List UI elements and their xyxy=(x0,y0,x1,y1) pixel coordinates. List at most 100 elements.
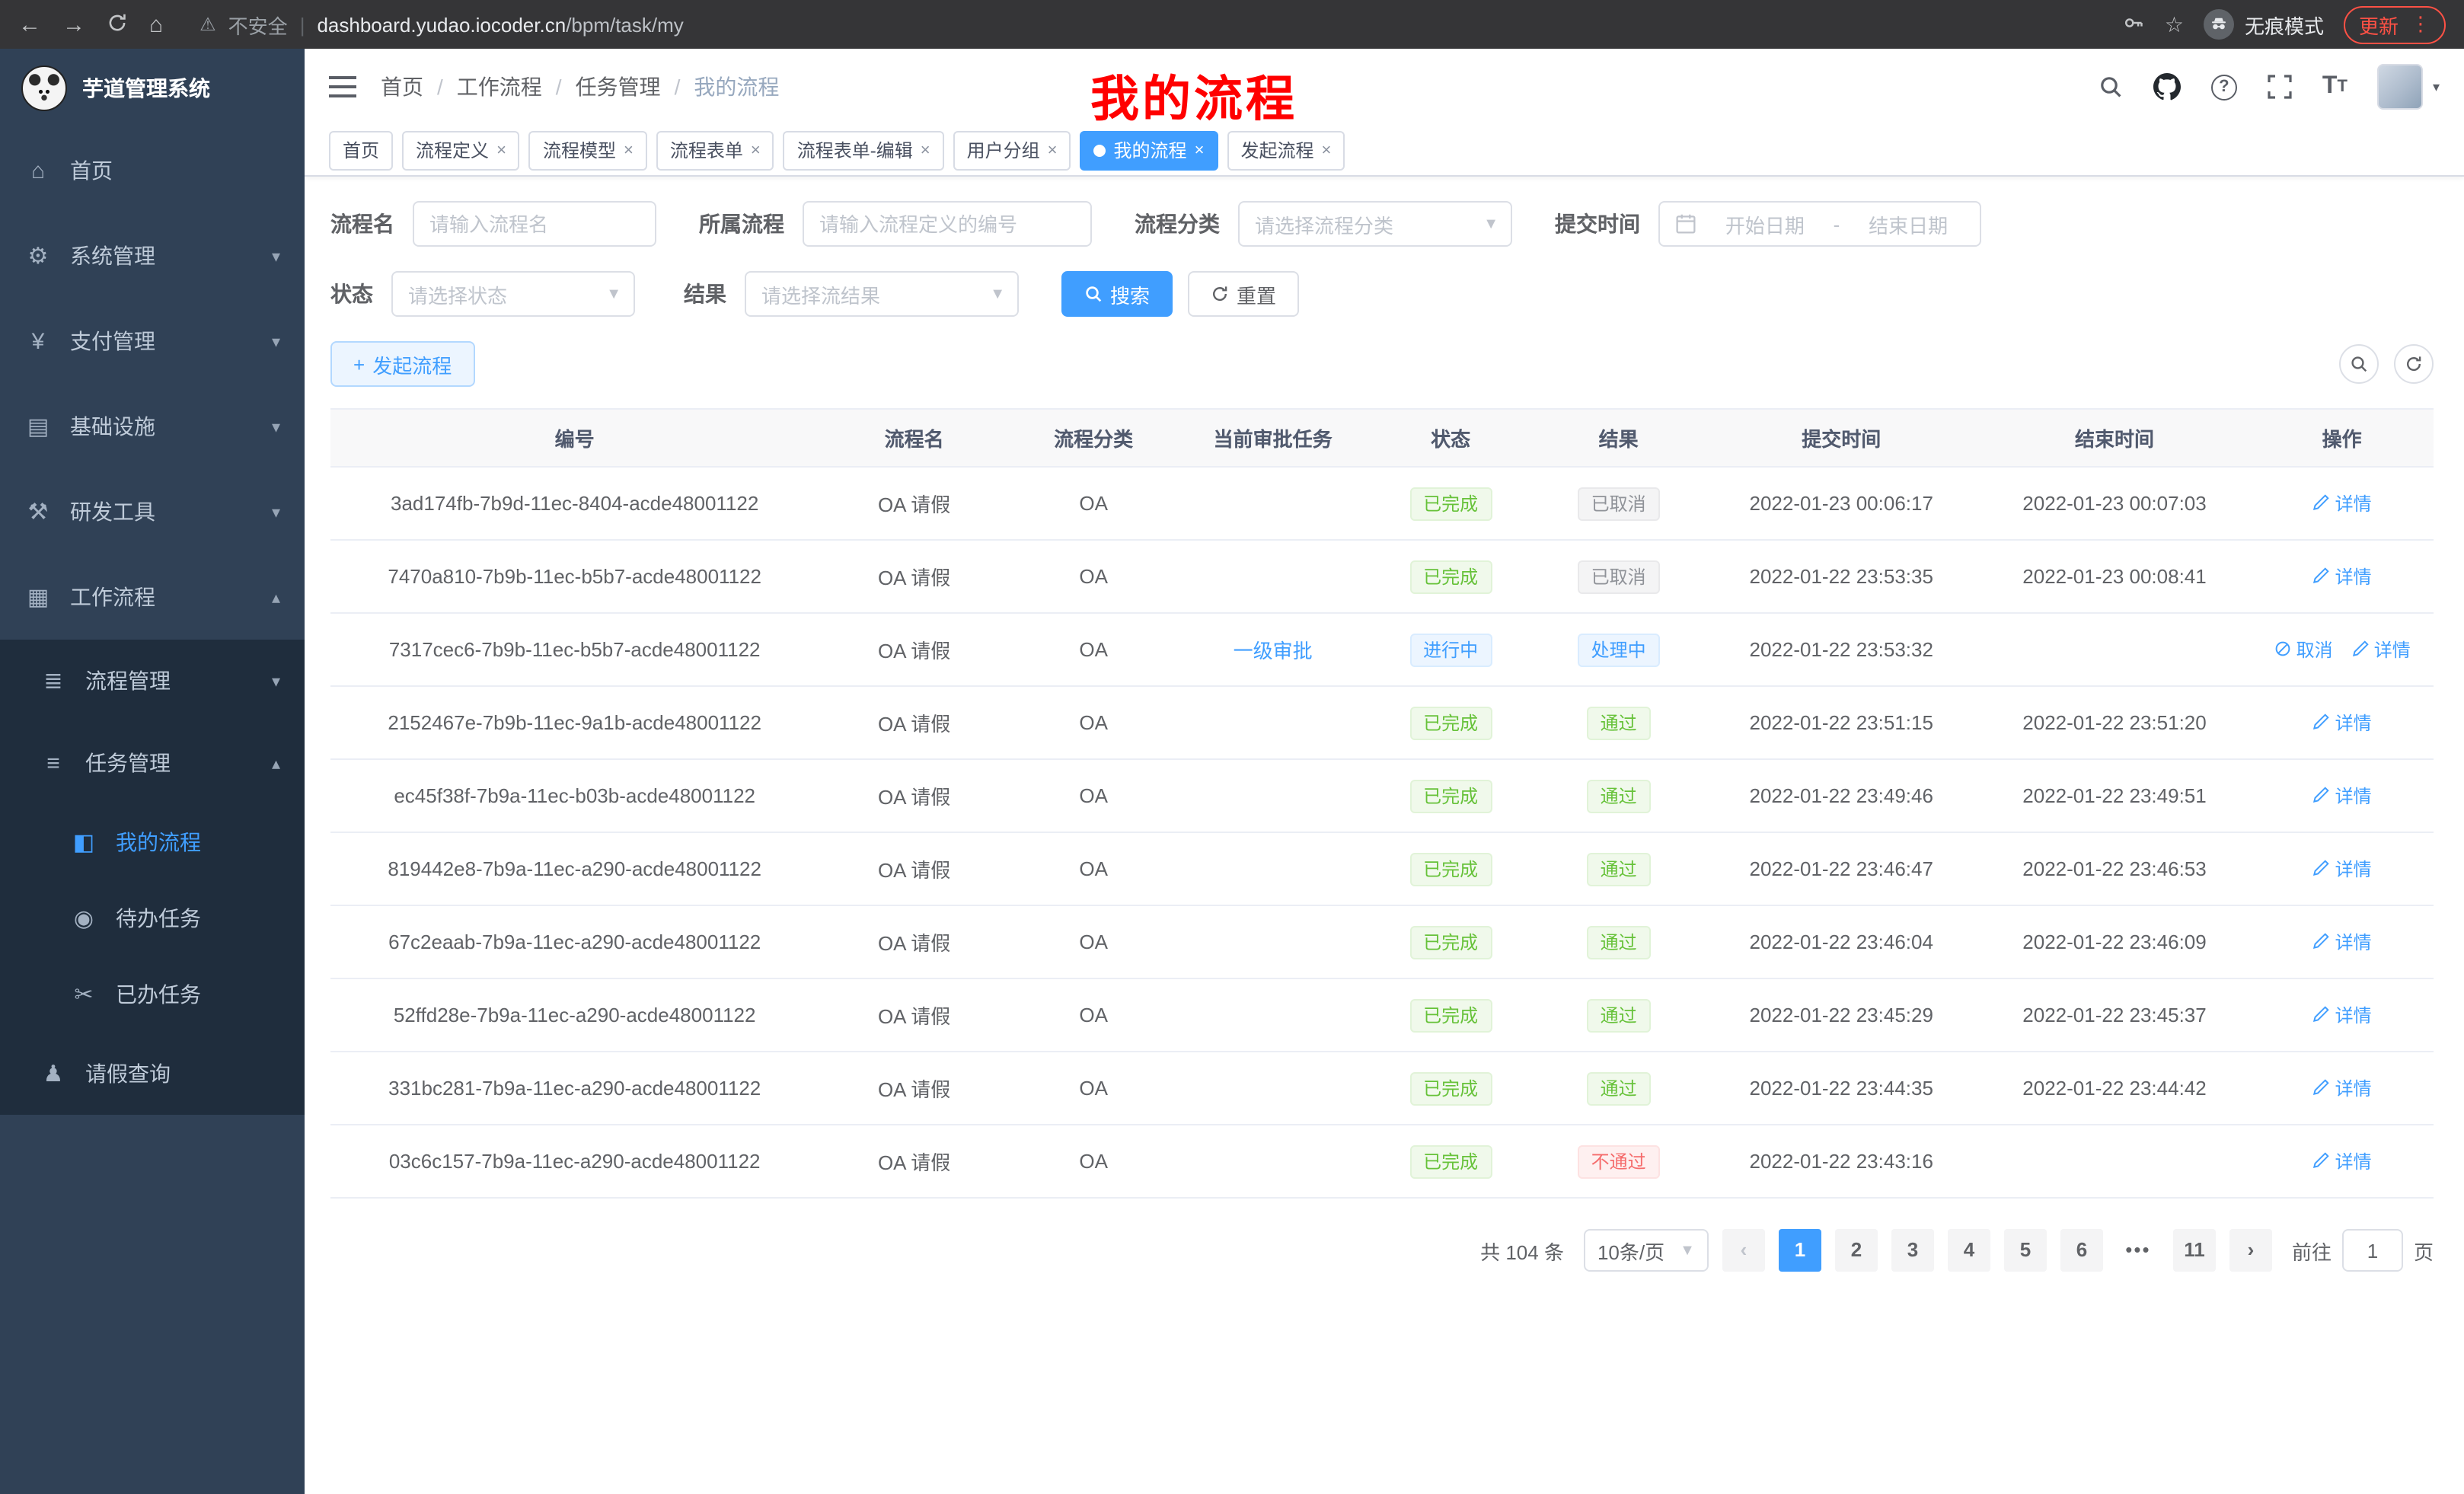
detail-button[interactable]: 详情 xyxy=(2312,563,2372,589)
current-task-link[interactable]: 一级审批 xyxy=(1234,640,1313,662)
bookmark-star-icon[interactable]: ☆ xyxy=(2165,11,2184,37)
sidebar-item-system-management[interactable]: ⚙系统管理▾ xyxy=(0,213,305,298)
refresh-table-button[interactable] xyxy=(2394,344,2434,384)
tab-process-form-edit[interactable]: 流程表单-编辑× xyxy=(784,130,944,170)
detail-button[interactable]: 详情 xyxy=(2312,929,2372,955)
sidebar-item-my-process[interactable]: ◧我的流程 xyxy=(0,804,305,880)
sidebar-item-infrastructure[interactable]: ▤基础设施▾ xyxy=(0,384,305,469)
close-icon[interactable]: × xyxy=(1321,141,1331,159)
github-icon[interactable] xyxy=(2153,73,2181,101)
tab-user-group[interactable]: 用户分组× xyxy=(953,130,1071,170)
detail-button[interactable]: 详情 xyxy=(2351,637,2411,662)
sidebar-item-leave-query[interactable]: ♟请假查询 xyxy=(0,1033,305,1115)
pager-page-6[interactable]: 6 xyxy=(2060,1229,2103,1272)
cancel-button[interactable]: 取消 xyxy=(2274,637,2333,662)
close-icon[interactable]: × xyxy=(921,141,930,159)
update-button[interactable]: 更新 ⋮ xyxy=(2344,5,2446,43)
cell-status: 已完成 xyxy=(1368,467,1533,540)
table-row: 03c6c157-7b9a-11ec-a290-acde48001122OA 请… xyxy=(330,1125,2434,1198)
detail-button[interactable]: 详情 xyxy=(2312,1075,2372,1101)
detail-button[interactable]: 详情 xyxy=(2312,1148,2372,1174)
security-label[interactable]: 不安全 xyxy=(228,10,288,39)
pager-page-5[interactable]: 5 xyxy=(2004,1229,2047,1272)
process-name-input[interactable] xyxy=(413,201,656,247)
pager-page-4[interactable]: 4 xyxy=(1948,1229,1990,1272)
hamburger-icon[interactable] xyxy=(329,73,356,101)
cell-submit-time: 2022-01-22 23:46:04 xyxy=(1704,905,1979,978)
prev-page-button[interactable]: ‹ xyxy=(1722,1229,1765,1272)
close-icon[interactable]: × xyxy=(624,141,634,159)
help-icon[interactable]: ? xyxy=(2211,74,2237,100)
close-icon[interactable]: × xyxy=(1048,141,1058,159)
detail-button[interactable]: 详情 xyxy=(2312,783,2372,809)
tab-process-definition[interactable]: 流程定义× xyxy=(402,130,520,170)
browser-home-icon[interactable]: ⌂ xyxy=(149,13,163,36)
detail-button[interactable]: 详情 xyxy=(2312,710,2372,736)
sidebar-item-home[interactable]: ⌂首页 xyxy=(0,128,305,213)
cell-result: 处理中 xyxy=(1533,613,1703,686)
detail-button[interactable]: 详情 xyxy=(2312,490,2372,516)
sidebar-item-done-tasks[interactable]: ✂已办任务 xyxy=(0,956,305,1033)
forward-icon[interactable]: → xyxy=(62,13,85,36)
back-icon[interactable]: ← xyxy=(18,13,41,36)
submit-time-range-picker[interactable]: 开始日期 - 结束日期 xyxy=(1658,201,1981,247)
sidebar-item-todo-tasks[interactable]: ◉待办任务 xyxy=(0,880,305,956)
reset-button[interactable]: 重置 xyxy=(1188,271,1299,317)
cell-status: 已完成 xyxy=(1368,905,1533,978)
sidebar-item-process-management[interactable]: ≣流程管理▾ xyxy=(0,640,305,722)
search-button[interactable]: 搜索 xyxy=(1061,271,1173,317)
pager-page-3[interactable]: 3 xyxy=(1891,1229,1934,1272)
page-size-select[interactable]: 10条/页 ▼ xyxy=(1584,1229,1709,1272)
parent-process-input[interactable] xyxy=(803,201,1092,247)
cell-id: 7317cec6-7b9b-11ec-b5b7-acde48001122 xyxy=(330,613,819,686)
cell-submit-time: 2022-01-22 23:51:15 xyxy=(1704,686,1979,759)
font-size-icon[interactable]: TT xyxy=(2322,73,2348,101)
sidebar-item-workflow[interactable]: ▦工作流程▴ xyxy=(0,554,305,640)
action-label: 详情 xyxy=(2335,929,2372,955)
fullscreen-icon[interactable] xyxy=(2268,75,2292,99)
pager-page-11[interactable]: 11 xyxy=(2173,1229,2216,1272)
user-avatar[interactable]: ▾ xyxy=(2378,64,2440,110)
close-icon[interactable]: × xyxy=(496,141,506,159)
tab-home[interactable]: 首页 xyxy=(329,130,393,170)
app-logo[interactable]: 芋道管理系统 xyxy=(0,49,305,128)
browser-menu-icon[interactable]: ⋮ xyxy=(2411,12,2430,37)
start-date-placeholder[interactable]: 开始日期 xyxy=(1709,209,1821,238)
reload-icon[interactable] xyxy=(107,11,128,37)
tab-process-model[interactable]: 流程模型× xyxy=(529,130,647,170)
tab-process-form[interactable]: 流程表单× xyxy=(656,130,774,170)
pager-page-1[interactable]: 1 xyxy=(1779,1229,1821,1272)
start-process-button[interactable]: + 发起流程 xyxy=(330,341,474,387)
breadcrumb: 首页/工作流程/任务管理/我的流程 xyxy=(381,72,779,102)
url-text[interactable]: dashboard.yudao.iocoder.cn/bpm/task/my xyxy=(317,13,683,36)
category-select[interactable]: 请选择流程分类 ▼ xyxy=(1238,201,1512,247)
breadcrumb-item[interactable]: 首页 xyxy=(381,72,423,102)
detail-button[interactable]: 详情 xyxy=(2312,856,2372,882)
infra-icon: ▤ xyxy=(24,413,52,440)
breadcrumb-item[interactable]: 工作流程 xyxy=(457,72,542,102)
result-badge: 通过 xyxy=(1587,998,1651,1032)
search-icon[interactable] xyxy=(2099,75,2123,99)
detail-button[interactable]: 详情 xyxy=(2312,1002,2372,1028)
end-date-placeholder[interactable]: 结束日期 xyxy=(1852,209,1964,238)
sidebar-item-task-management[interactable]: ≡任务管理▴ xyxy=(0,722,305,804)
update-label: 更新 xyxy=(2359,10,2399,39)
status-select[interactable]: 请选择状态 ▼ xyxy=(391,271,635,317)
sidebar-item-dev-tools[interactable]: ⚒研发工具▾ xyxy=(0,469,305,554)
toggle-search-button[interactable] xyxy=(2339,344,2379,384)
pager-page-2[interactable]: 2 xyxy=(1835,1229,1878,1272)
cell-process-name: OA 请假 xyxy=(819,832,1010,905)
sidebar: 芋道管理系统 ⌂首页⚙系统管理▾¥支付管理▾▤基础设施▾⚒研发工具▾▦工作流程▴… xyxy=(0,49,305,1494)
goto-page-input[interactable] xyxy=(2342,1229,2403,1272)
next-page-button[interactable]: › xyxy=(2229,1229,2272,1272)
close-icon[interactable]: × xyxy=(1195,141,1205,159)
password-key-icon[interactable] xyxy=(2124,11,2145,37)
tab-my-process[interactable]: 我的流程× xyxy=(1080,130,1218,170)
sidebar-item-payment-management[interactable]: ¥支付管理▾ xyxy=(0,298,305,384)
result-select[interactable]: 请选择流结果 ▼ xyxy=(745,271,1019,317)
close-icon[interactable]: × xyxy=(751,141,761,159)
browser-right-controls: ☆ 无痕模式 更新 ⋮ xyxy=(2124,5,2446,43)
tab-start-process[interactable]: 发起流程× xyxy=(1227,130,1345,170)
breadcrumb-item[interactable]: 任务管理 xyxy=(576,72,661,102)
address-bar[interactable]: ⚠ 不安全 | dashboard.yudao.iocoder.cn/bpm/t… xyxy=(199,10,2102,39)
